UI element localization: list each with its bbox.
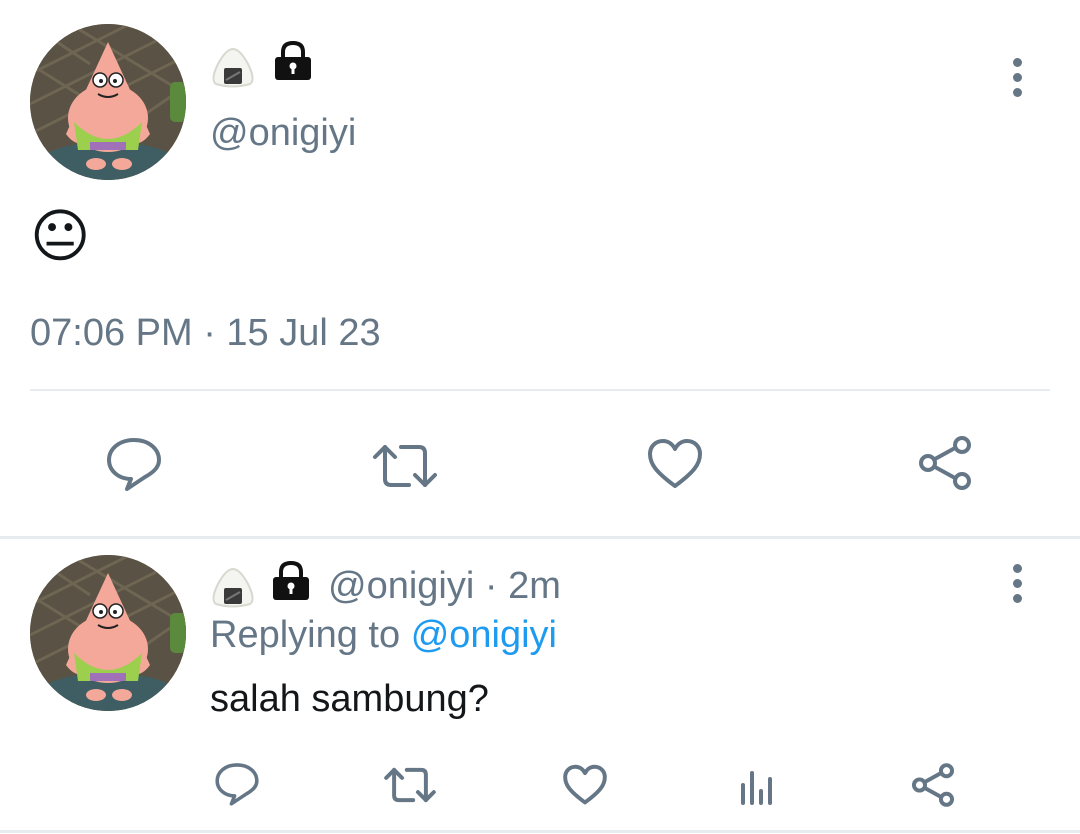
reply-icon[interactable] (212, 760, 262, 808)
onigiri-icon (210, 46, 256, 93)
avatar[interactable] (30, 24, 186, 180)
patrick-avatar-image (30, 24, 186, 180)
reply-header: @onigiyi · 2m (328, 565, 561, 608)
section-divider (0, 536, 1080, 539)
replying-to: Replying to @onigiyi (210, 614, 557, 657)
bottom-divider (0, 830, 1080, 833)
share-icon[interactable] (914, 432, 976, 494)
reply-more-options-icon[interactable] (1007, 564, 1027, 609)
views-icon[interactable] (738, 764, 778, 806)
patrick-avatar-image (30, 555, 186, 711)
retweet-icon[interactable] (382, 764, 438, 806)
replying-to-handle[interactable]: @onigiyi (411, 614, 557, 656)
reply-time: · 2m (484, 565, 561, 607)
reply-text: salah sambung? (210, 678, 489, 720)
tweet-timestamp: 07:06 PM · 15 Jul 23 (30, 312, 381, 354)
divider (30, 389, 1050, 391)
like-icon[interactable] (644, 436, 706, 492)
lock-icon (270, 560, 312, 607)
reply-handle[interactable]: @onigiyi (328, 565, 474, 607)
user-handle[interactable]: @onigiyi (210, 112, 356, 155)
like-icon[interactable] (560, 762, 610, 808)
replying-to-label: Replying to (210, 614, 401, 656)
retweet-icon[interactable] (370, 438, 440, 494)
tweet-emoji: 😐 (30, 204, 91, 269)
lock-icon (272, 40, 314, 87)
more-options-icon[interactable] (1007, 58, 1027, 103)
reply-icon[interactable] (102, 434, 166, 494)
share-icon[interactable] (908, 760, 958, 810)
onigiri-icon (210, 566, 256, 613)
reply-avatar[interactable] (30, 555, 186, 711)
